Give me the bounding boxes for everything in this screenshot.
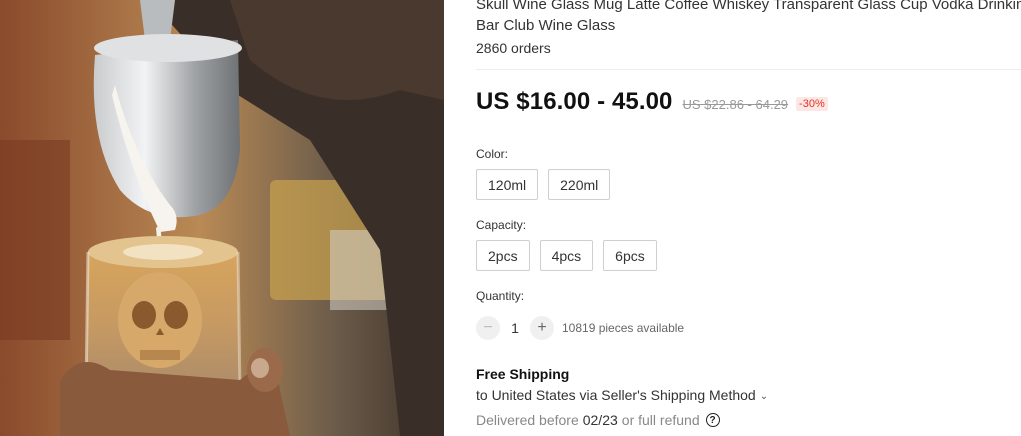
quantity-value[interactable]: 1 [500,320,530,336]
quantity-stepper: − 1 + 10819 pieces available [476,316,684,340]
product-info: Skull Wine Glass Mug Latte Coffee Whiske… [476,0,1021,436]
price-row: US $16.00 - 45.00 US $22.86 - 64.29 -30% [476,88,828,116]
capacity-option-4pcs[interactable]: 4pcs [539,240,594,271]
capacity-option-6pcs[interactable]: 6pcs [603,240,657,271]
quantity-label: Quantity: [476,289,525,303]
current-price: US $16.00 - 45.00 [476,88,673,115]
original-price: US $22.86 - 64.29 [682,97,789,112]
capacity-options: 2pcs 4pcs 6pcs [476,240,657,271]
delivered-suffix: or full refund [621,412,700,428]
chevron-down-icon[interactable]: ⌄ [760,391,768,402]
color-label: Color: [476,147,509,161]
shipping-title: Free Shipping [476,366,570,382]
latte-art-skull-glass-photo [0,0,444,436]
quantity-increase-button[interactable]: + [530,316,554,340]
divider [476,69,1021,70]
product-image[interactable] [0,0,444,436]
quantity-decrease-button[interactable]: − [476,316,500,340]
color-option-220ml[interactable]: 220ml [548,169,611,200]
capacity-label: Capacity: [476,218,527,232]
product-title: Skull Wine Glass Mug Latte Coffee Whiske… [476,0,1021,34]
shipping-destination: to United States via Seller's Shipping M… [476,387,756,403]
color-options: 120ml 220ml [476,169,611,200]
question-circle-icon[interactable]: ? [705,413,720,427]
available-stock: 10819 pieces available [562,321,685,335]
delivered-prefix: Delivered before [476,412,579,428]
delivery-estimate: Delivered before 02/23 or full refund ? [476,412,720,428]
shipping-method-selector[interactable]: to United States via Seller's Shipping M… [476,387,768,403]
color-option-120ml[interactable]: 120ml [476,169,539,200]
delivered-date: 02/23 [582,412,618,428]
orders-count: 2860 orders [476,40,551,56]
discount-badge: -30% [796,97,828,111]
capacity-option-2pcs[interactable]: 2pcs [476,240,530,271]
